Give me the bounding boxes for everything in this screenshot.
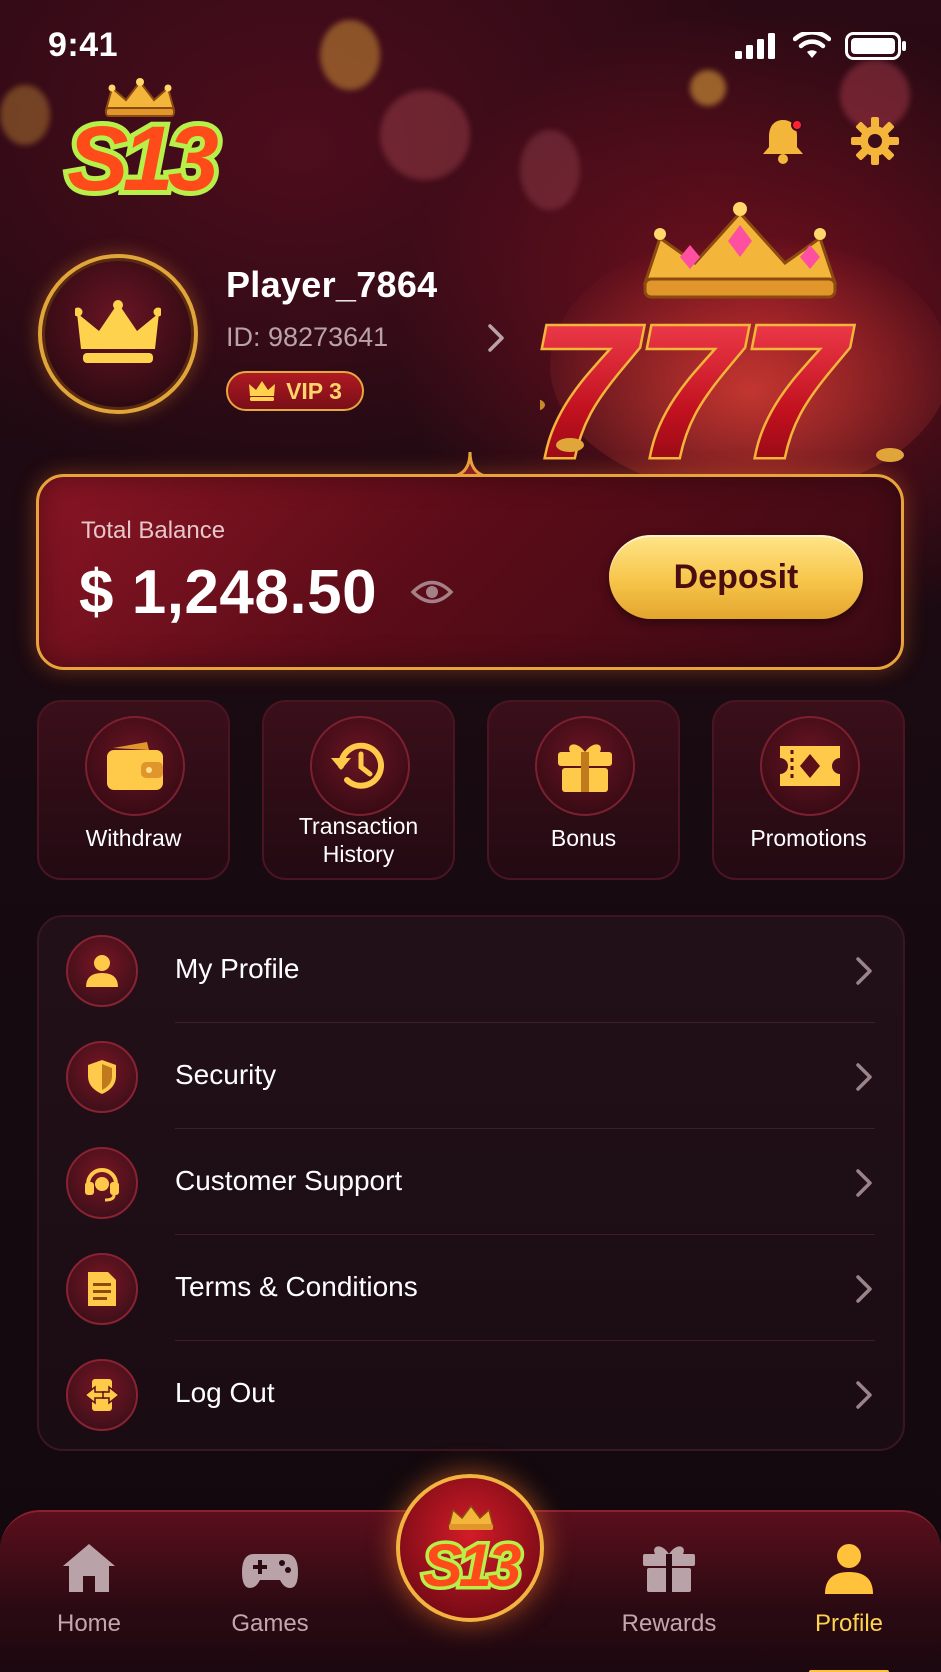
nav-label: Home <box>56 1610 122 1637</box>
menu-label: Customer Support <box>175 1165 403 1196</box>
background-bokeh <box>380 90 470 180</box>
menu-label: Terms & Conditions <box>175 1271 418 1302</box>
chevron-right-icon <box>856 1381 872 1409</box>
chevron-right-icon <box>856 1275 872 1303</box>
balance-value: $ 1,248.50 <box>79 558 378 627</box>
menu-item-log-out[interactable]: Log Out <box>39 1341 903 1447</box>
quick-action-icon-bg <box>310 716 410 816</box>
chevron-right-icon <box>856 1063 872 1091</box>
headset-icon <box>85 1168 119 1202</box>
chevron-right-icon <box>856 1169 872 1197</box>
quick-action-label: Withdraw <box>85 825 182 851</box>
notifications-button[interactable] <box>757 115 809 167</box>
settings-menu: My Profile Security Customer Support Ter… <box>37 915 905 1451</box>
center-home-button[interactable]: S13 <box>396 1474 544 1622</box>
nav-item-home[interactable]: Home <box>19 1540 159 1650</box>
quick-action-withdraw[interactable]: Withdraw <box>37 700 230 880</box>
deposit-button[interactable]: Deposit <box>609 535 863 619</box>
crown-icon <box>75 300 161 363</box>
settings-button[interactable] <box>849 115 901 167</box>
menu-item-security[interactable]: Security <box>39 1023 903 1129</box>
ticket-icon <box>780 746 840 786</box>
wifi-icon <box>793 32 831 58</box>
gift-icon <box>643 1546 695 1592</box>
quick-action-icon-bg <box>535 716 635 816</box>
header-actions <box>757 115 901 167</box>
quick-action-label: Promotions <box>750 825 867 851</box>
slot-777-illustration: 7 7 7 <box>540 202 941 485</box>
menu-icon-bg <box>66 1359 138 1431</box>
nav-item-games[interactable]: Games <box>200 1540 340 1650</box>
avatar[interactable] <box>38 254 198 414</box>
gear-icon <box>851 117 899 165</box>
nav-label: Profile <box>814 1610 884 1637</box>
menu-item-my-profile[interactable]: My Profile <box>39 917 903 1023</box>
balance-label: Total Balance <box>81 517 226 544</box>
quick-action-promotions[interactable]: Promotions <box>712 700 905 880</box>
chevron-right-icon <box>856 957 872 985</box>
quick-action-label: Bonus <box>550 825 617 851</box>
seven-glyph: 7 <box>635 286 749 485</box>
quick-action-icon-bg <box>85 716 185 816</box>
crown-icon <box>249 381 276 401</box>
menu-icon-bg <box>66 1041 138 1113</box>
gift-icon <box>558 744 612 792</box>
menu-item-terms-conditions[interactable]: Terms & Conditions <box>39 1235 903 1341</box>
nav-item-rewards[interactable]: Rewards <box>599 1540 739 1650</box>
user-icon <box>86 955 118 987</box>
s13-logo: S13 <box>419 1504 529 1598</box>
player-id: ID: 98273641 <box>226 322 389 352</box>
profile-screen: 9:41 S13 7 7 7 Player_7864 ID: 98273641 … <box>0 0 941 1672</box>
player-name: Player_7864 <box>226 264 438 305</box>
wallet-icon <box>107 742 163 790</box>
seven-glyph: 7 <box>740 286 854 485</box>
status-icons <box>735 32 907 60</box>
quick-actions: Withdraw Transaction History Bonus Promo… <box>37 700 905 880</box>
notification-dot <box>791 119 803 131</box>
menu-label: My Profile <box>175 953 300 984</box>
battery-icon <box>845 32 906 60</box>
nav-item-profile[interactable]: Profile <box>779 1540 919 1672</box>
menu-label: Security <box>175 1059 277 1090</box>
vip-badge: VIP 3 <box>226 371 364 411</box>
quick-action-icon-bg <box>760 716 860 816</box>
home-icon <box>63 1544 115 1592</box>
crown-icon <box>642 202 838 299</box>
menu-item-customer-support[interactable]: Customer Support <box>39 1129 903 1235</box>
shield-icon <box>88 1060 116 1094</box>
gamepad-icon <box>242 1554 298 1588</box>
menu-label: Log Out <box>175 1377 275 1408</box>
quick-action-label: Transaction History <box>298 813 419 867</box>
menu-icon-bg <box>66 1147 138 1219</box>
chevron-right-icon[interactable] <box>484 322 508 354</box>
vip-level: VIP 3 <box>286 377 342 404</box>
status-time: 9:41 <box>48 26 119 64</box>
logout-icon <box>83 1379 121 1411</box>
history-icon <box>331 742 384 789</box>
seven-glyph: 7 <box>540 286 644 485</box>
menu-icon-bg <box>66 935 138 1007</box>
document-icon <box>88 1272 116 1306</box>
menu-icon-bg <box>66 1253 138 1325</box>
eye-icon[interactable] <box>411 577 453 607</box>
nav-label: Rewards <box>621 1610 717 1637</box>
quick-action-bonus[interactable]: Bonus <box>487 700 680 880</box>
signal-icon <box>735 33 775 59</box>
nav-label: Games <box>231 1610 309 1637</box>
s13-logo: S13 <box>62 78 230 207</box>
logo-text: S13 <box>423 1532 521 1598</box>
balance-card: Total Balance $ 1,248.50 Deposit <box>36 474 904 670</box>
logo-text: S13 <box>67 108 219 207</box>
quick-action-transaction-history[interactable]: Transaction History <box>262 700 455 880</box>
user-icon <box>825 1544 873 1594</box>
